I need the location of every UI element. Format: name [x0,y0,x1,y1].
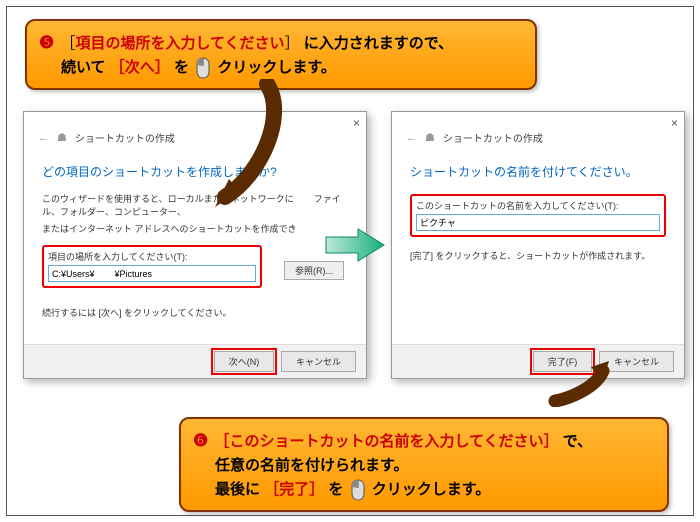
cancel-button[interactable]: キャンセル [281,351,356,372]
dialog-footer: 完了(F) キャンセル [392,344,684,378]
close-icon[interactable]: × [671,116,678,130]
location-field-group: 項目の場所を入力してください(T): [42,245,262,288]
name-input[interactable] [416,214,660,231]
mouse-icon [350,479,366,501]
bracket-label: 項目の場所を入力してください [75,35,284,52]
dialog-header-title: ショートカットの作成 [443,130,543,145]
dialog-description: このウィザードを使用すると、ローカルまたはネットワークに ファイル、フォルダー、… [42,192,348,218]
browse-button[interactable]: 参照(R)... [284,261,344,280]
arrow-right-icon [324,227,386,263]
name-field-group: このショートカットの名前を入力してください(T): [410,194,666,237]
location-input[interactable] [48,265,256,282]
step-number: ❺ [39,33,54,52]
step-number: ❻ [193,431,208,450]
callout-step-6: ❻ ［このショートカットの名前を入力してください］ で、 任意の名前を付けられま… [179,417,669,512]
next-button[interactable]: 次へ(N) [214,351,275,372]
dialog-footer: 次へ(N) キャンセル [24,344,366,378]
bracket-label: このショートカットの名前を入力してください [229,433,543,450]
callout-step-5: ❺ ［項目の場所を入力してください］ に入力されますので、 続いて ［次へ］ を… [25,19,537,90]
dialog-header-title: ショートカットの作成 [75,130,175,145]
back-icon[interactable]: ← [38,132,49,144]
dialog-create-shortcut-location: × ← ☗ ショートカットの作成 どの項目のショートカットを作成しますか? この… [23,111,367,379]
tutorial-frame: ❺ ［項目の場所を入力してください］ に入力されますので、 続いて ［次へ］ を… [6,6,694,516]
dialog-header: ← ☗ ショートカットの作成 [392,112,684,151]
dialog-title: どの項目のショートカットを作成しますか? [42,163,348,180]
field-label: このショートカットの名前を入力してください(T): [416,199,660,212]
back-icon[interactable]: ← [406,132,417,144]
finish-button[interactable]: 完了(F) [533,351,593,372]
sub-icon: ☗ [425,131,435,144]
dialog-header: ← ☗ ショートカットの作成 [24,112,366,151]
continue-hint: 続行するには [次へ] をクリックしてください。 [42,306,348,319]
field-label: 項目の場所を入力してください(T): [48,250,256,263]
dialog-title: ショートカットの名前を付けてください。 [410,163,666,180]
dialog-create-shortcut-name: × ← ☗ ショートカットの作成 ショートカットの名前を付けてください。 このシ… [391,111,685,379]
finish-hint: [完了] をクリックすると、ショートカットが作成されます。 [410,249,666,262]
sub-icon: ☗ [57,131,67,144]
cancel-button[interactable]: キャンセル [599,351,674,372]
mouse-icon [195,57,211,79]
close-icon[interactable]: × [353,116,360,130]
